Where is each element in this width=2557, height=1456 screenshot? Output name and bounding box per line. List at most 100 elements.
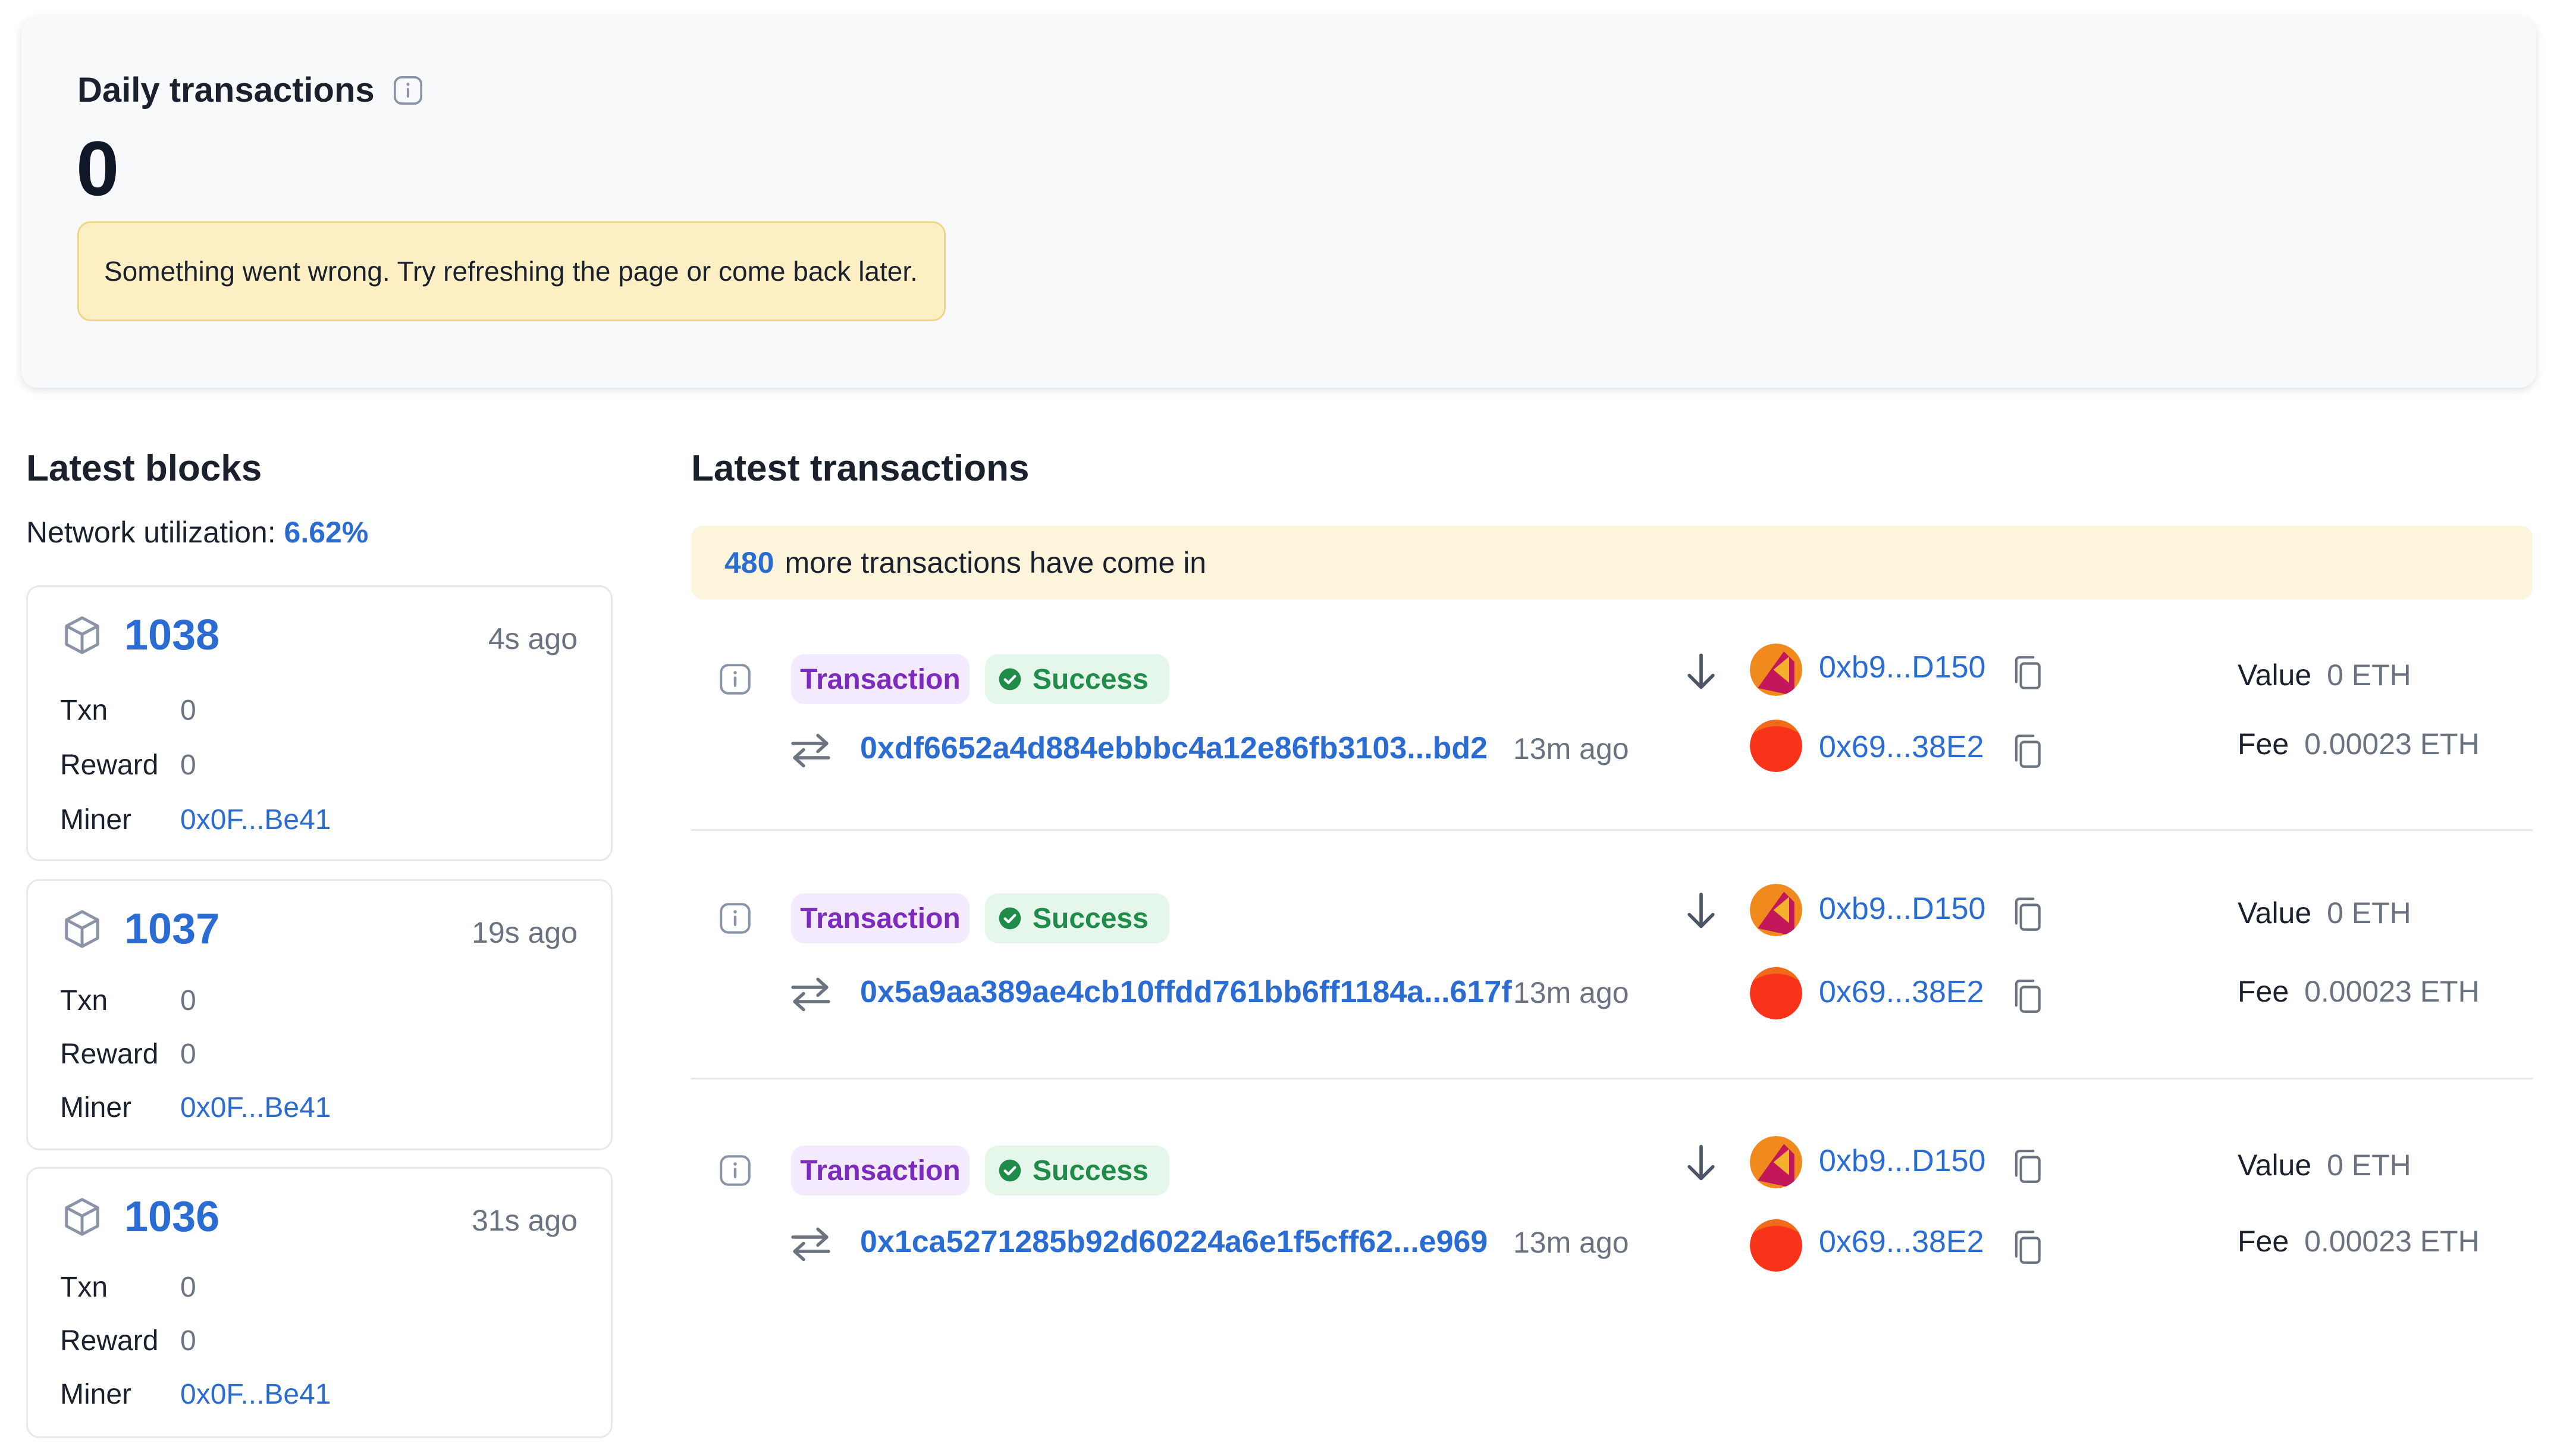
daily-transactions-card: Daily transactions 0 Something went wron… — [21, 17, 2536, 388]
block-txn-row: Txn 0 — [60, 1271, 196, 1304]
transaction-value: Value 0 ETH — [2238, 1148, 2411, 1182]
row-divider — [691, 829, 2533, 831]
block-card[interactable]: 1037 19s ago Txn 0 Reward 0 Miner 0x0F..… — [26, 879, 613, 1150]
copy-icon[interactable] — [2012, 978, 2043, 1015]
transaction-value: Value 0 ETH — [2238, 658, 2411, 692]
block-reward-value: 0 — [180, 1325, 196, 1357]
cube-icon — [65, 616, 99, 654]
block-txn-row: Txn 0 — [60, 694, 196, 727]
block-header: 1036 — [60, 1193, 219, 1241]
transaction-type-tag: Transaction — [791, 654, 970, 704]
error-alert-text: Something went wrong. Try refreshing the… — [104, 256, 918, 287]
from-address-link[interactable]: 0xb9...D150 — [1819, 649, 1985, 685]
new-transactions-text: more transactions have come in — [785, 546, 1207, 579]
row-divider — [691, 1078, 2533, 1080]
block-miner-label: Miner — [60, 1092, 132, 1124]
transaction-hash-link[interactable]: 0xdf6652a4d884ebbbc4a12e86fb3103...bd2 — [860, 730, 1488, 766]
block-card[interactable]: 1036 31s ago Txn 0 Reward 0 Miner 0x0F..… — [26, 1167, 613, 1438]
from-address-link[interactable]: 0xb9...D150 — [1819, 1143, 1985, 1179]
to-address-link[interactable]: 0x69...38E2 — [1819, 1224, 1984, 1260]
cube-icon — [65, 910, 99, 948]
avatar — [1750, 720, 1802, 772]
block-reward-label: Reward — [60, 749, 159, 781]
daily-transactions-header: Daily transactions — [77, 70, 425, 110]
block-reward-row: Reward 0 — [60, 1325, 196, 1357]
block-reward-row: Reward 0 — [60, 1038, 196, 1071]
copy-icon[interactable] — [2012, 733, 2043, 770]
avatar — [1750, 1136, 1802, 1188]
block-txn-label: Txn — [60, 1272, 108, 1303]
block-age: 19s ago — [472, 916, 578, 949]
block-txn-value: 0 — [180, 695, 196, 726]
transaction-age: 13m ago — [1513, 976, 1629, 1009]
block-miner-label: Miner — [60, 1379, 132, 1410]
block-miner-row: Miner 0x0F...Be41 — [60, 804, 331, 836]
block-reward-label: Reward — [60, 1325, 159, 1357]
fee-label: Fee — [2238, 975, 2289, 1008]
status-text: Success — [1033, 902, 1149, 934]
block-card[interactable]: 1038 4s ago Txn 0 Reward 0 Miner 0x0F...… — [26, 585, 613, 861]
check-circle-icon — [999, 668, 1021, 691]
network-utilization-label: Network utilization: — [26, 516, 276, 549]
block-reward-row: Reward 0 — [60, 749, 196, 782]
swap-arrows-icon — [791, 977, 830, 1012]
error-alert: Something went wrong. Try refreshing the… — [77, 221, 946, 321]
check-circle-icon — [999, 907, 1021, 930]
block-txn-label: Txn — [60, 985, 108, 1016]
value-amount: 0 ETH — [2327, 658, 2411, 692]
copy-icon[interactable] — [2012, 1229, 2043, 1266]
copy-icon[interactable] — [2012, 1148, 2043, 1185]
block-number-link[interactable]: 1037 — [124, 905, 219, 953]
block-miner-link[interactable]: 0x0F...Be41 — [180, 1091, 331, 1124]
block-miner-link[interactable]: 0x0F...Be41 — [180, 1378, 331, 1411]
transaction-row: Transaction Success 0x5a9aa389ae4cb10ffd… — [691, 870, 2533, 1107]
cube-icon — [65, 1198, 99, 1236]
block-reward-label: Reward — [60, 1038, 159, 1070]
info-icon[interactable] — [391, 74, 425, 107]
transaction-row: Transaction Success 0x1ca5271285b92d6022… — [691, 1122, 2533, 1360]
status-badge: Success — [985, 1146, 1169, 1195]
fee-amount: 0.00023 ETH — [2304, 727, 2480, 761]
value-amount: 0 ETH — [2327, 896, 2411, 930]
transaction-hash-link[interactable]: 0x5a9aa389ae4cb10ffdd761bb6ff1184a...617… — [860, 974, 1512, 1010]
new-transactions-banner[interactable]: 480 more transactions have come in — [691, 526, 2533, 600]
transaction-value: Value 0 ETH — [2238, 896, 2411, 930]
to-address-link[interactable]: 0x69...38E2 — [1819, 729, 1984, 765]
transaction-hash-link[interactable]: 0x1ca5271285b92d60224a6e1f5cff62...e969 — [860, 1224, 1488, 1260]
transaction-type-tag: Transaction — [791, 1146, 970, 1195]
arrow-down-icon — [1687, 1144, 1715, 1181]
transaction-type-tag: Transaction — [791, 893, 970, 943]
info-icon[interactable] — [717, 900, 753, 936]
block-miner-link[interactable]: 0x0F...Be41 — [180, 804, 331, 836]
to-address-link[interactable]: 0x69...38E2 — [1819, 974, 1984, 1010]
block-age: 4s ago — [488, 622, 578, 655]
transaction-fee: Fee 0.00023 ETH — [2238, 974, 2480, 1009]
network-utilization-value: 6.62% — [284, 516, 369, 549]
copy-icon[interactable] — [2012, 654, 2043, 691]
transaction-fee: Fee 0.00023 ETH — [2238, 1224, 2480, 1259]
block-number-link[interactable]: 1038 — [124, 611, 219, 660]
status-badge: Success — [985, 654, 1169, 704]
avatar — [1750, 644, 1802, 696]
info-icon[interactable] — [717, 1153, 753, 1188]
avatar — [1750, 967, 1802, 1019]
swap-arrows-icon — [791, 733, 830, 768]
daily-transactions-value: 0 — [76, 125, 120, 212]
block-txn-label: Txn — [60, 695, 108, 726]
status-badge: Success — [985, 893, 1169, 943]
fee-label: Fee — [2238, 1225, 2289, 1258]
block-reward-value: 0 — [180, 749, 196, 781]
fee-amount: 0.00023 ETH — [2304, 975, 2480, 1008]
status-text: Success — [1033, 1154, 1149, 1187]
transaction-age: 13m ago — [1513, 732, 1629, 765]
block-miner-row: Miner 0x0F...Be41 — [60, 1378, 331, 1411]
info-icon[interactable] — [717, 661, 753, 697]
from-address-link[interactable]: 0xb9...D150 — [1819, 891, 1985, 927]
arrow-down-icon — [1687, 653, 1715, 689]
copy-icon[interactable] — [2012, 896, 2043, 933]
block-txn-row: Txn 0 — [60, 984, 196, 1017]
block-number-link[interactable]: 1036 — [124, 1193, 219, 1241]
latest-blocks-title: Latest blocks — [26, 448, 262, 489]
new-transactions-count[interactable]: 480 — [724, 545, 774, 580]
value-label: Value — [2238, 1149, 2312, 1182]
